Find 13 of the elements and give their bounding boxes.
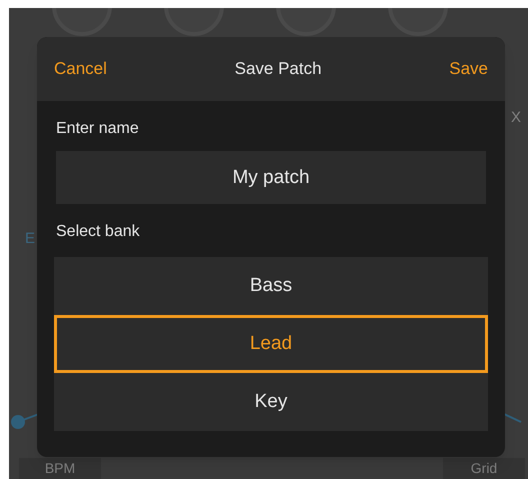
name-field[interactable]: My patch bbox=[56, 151, 486, 204]
dialog-title: Save Patch bbox=[234, 58, 322, 80]
name-label: Enter name bbox=[56, 120, 139, 137]
grid-label: Grid bbox=[470, 460, 498, 478]
background-label: E bbox=[25, 229, 36, 249]
save-button[interactable]: Save bbox=[449, 56, 488, 82]
bank-option[interactable]: Bass bbox=[54, 257, 488, 315]
bank-option[interactable]: Key bbox=[54, 373, 488, 431]
bank-label: Select bank bbox=[56, 223, 140, 240]
cancel-button[interactable]: Cancel bbox=[54, 56, 107, 82]
bank-option[interactable]: Lead bbox=[54, 315, 488, 373]
bpm-label: BPM bbox=[44, 460, 76, 478]
background-label: X bbox=[511, 108, 522, 128]
